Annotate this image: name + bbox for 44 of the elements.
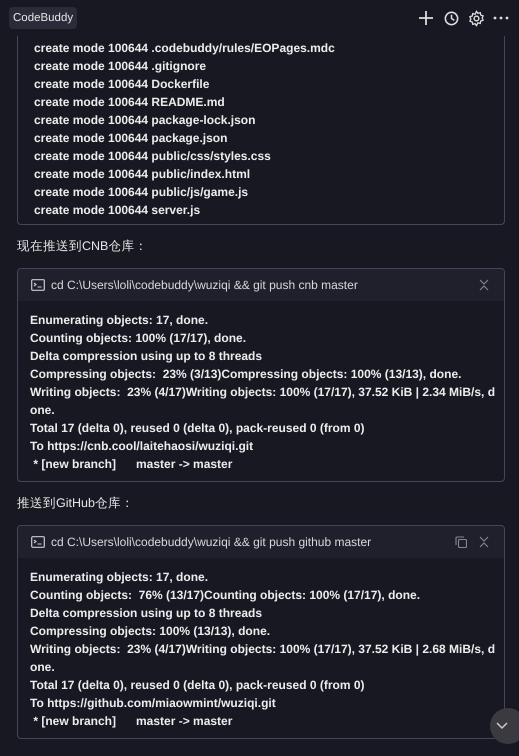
message-text: 推送到GitHub仓库： xyxy=(17,495,135,512)
output-line: create mode 100644 public/css/styles.css xyxy=(34,148,272,165)
output-line: Enumerating objects: 17, done. xyxy=(30,569,210,586)
output-line: create mode 100644 README.md xyxy=(34,94,226,111)
settings-icon[interactable] xyxy=(468,10,485,26)
output-line: create mode 100644 Dockerfile xyxy=(34,76,210,93)
output-line: create mode 100644 package.json xyxy=(34,130,228,147)
scroll-down-button[interactable] xyxy=(490,708,519,744)
collapse-icon[interactable] xyxy=(479,279,489,291)
output-line: * [new branch] master -> master xyxy=(32,713,234,730)
output-line: Enumerating objects: 17, done. xyxy=(30,312,210,329)
collapse-icon[interactable] xyxy=(479,536,489,548)
output-line: create mode 100644 public/js/game.js xyxy=(34,184,250,201)
output-line: To https://github.com/miaowmint/wuziqi.git xyxy=(30,695,277,712)
app-title: CodeBuddy xyxy=(9,7,78,29)
output-line: Writing objects: 23% (4/17)Writing objects: 100% (17/17), 37.52 KiB | 2.34 MiB/s, d xyxy=(30,384,492,401)
output-line: Counting objects: 100% (17/17), done. xyxy=(30,330,248,347)
copy-icon[interactable] xyxy=(455,536,467,548)
output-line: create mode 100644 public/index.html xyxy=(34,166,252,183)
output-line: Counting objects: 76% (13/17)Counting objects: 100% (17/17), done. xyxy=(30,587,422,604)
message-text: 现在推送到CNB仓库： xyxy=(17,238,148,255)
output-line: Total 17 (delta 0), reused 0 (delta 0), pack-reused 0 (from 0) xyxy=(30,677,366,694)
output-line: create mode 100644 .gitignore xyxy=(34,58,208,75)
output-line: To https://cnb.cool/laitehaosi/wuziqi.git xyxy=(30,438,254,455)
more-icon[interactable] xyxy=(493,16,509,20)
output-line: Total 17 (delta 0), reused 0 (delta 0), pack-reused 0 (from 0) xyxy=(30,420,366,437)
terminal-icon xyxy=(31,279,45,291)
chevron-down-icon xyxy=(496,722,508,730)
command-text: cd C:\Users\loli\codebuddy\wuziqi && git push github master xyxy=(51,535,372,549)
output-line: Compressing objects: 100% (13/13), done. xyxy=(30,623,272,640)
output-line: * [new branch] master -> master xyxy=(32,456,234,473)
output-line: create mode 100644 package-lock.json xyxy=(34,112,256,129)
output-line: Delta compression using up to 8 threads xyxy=(30,348,264,365)
terminal-icon xyxy=(31,536,45,548)
output-line: create mode 100644 .codebuddy/rules/EOPages.mdc xyxy=(34,40,336,57)
output-line: one. xyxy=(30,402,56,419)
output-line: one. xyxy=(30,659,56,676)
history-icon[interactable] xyxy=(443,10,460,26)
output-line: create mode 100644 server.js xyxy=(34,202,202,219)
output-line: Delta compression using up to 8 threads xyxy=(30,605,264,622)
plus-icon[interactable] xyxy=(417,9,435,27)
output-line: Compressing objects: 23% (3/13)Compressing objects: 100% (13/13), done. xyxy=(30,366,462,383)
output-line: Writing objects: 23% (4/17)Writing objects: 100% (17/17), 37.52 KiB | 2.68 MiB/s, d xyxy=(30,641,492,658)
command-text: cd C:\Users\loli\codebuddy\wuziqi && git push cnb master xyxy=(51,278,358,292)
